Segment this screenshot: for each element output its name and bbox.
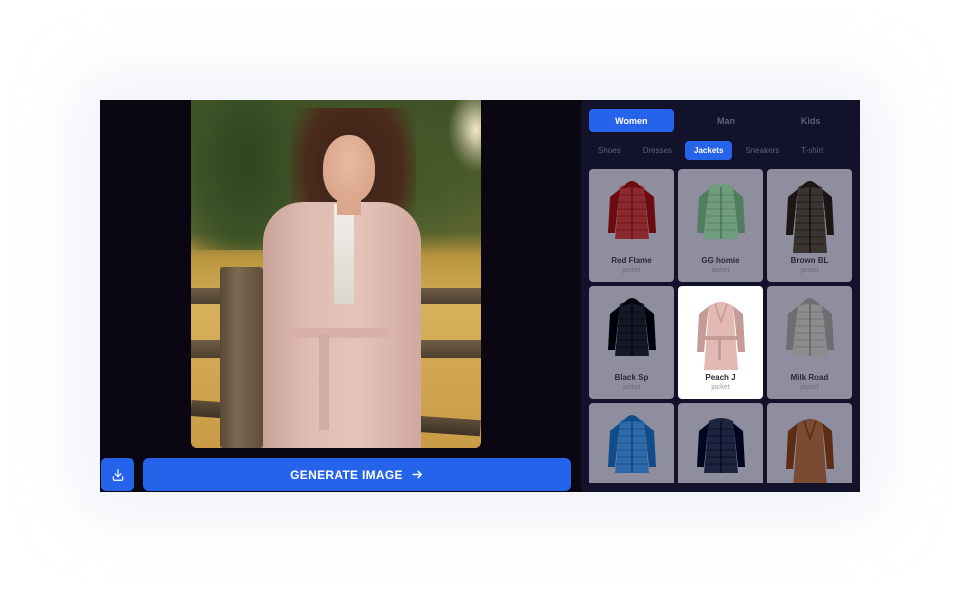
product-card[interactable]: GG homie jacket — [678, 169, 763, 282]
model-face — [323, 135, 375, 203]
coat-sash — [717, 338, 721, 360]
generate-image-label: GENERATE IMAGE — [290, 467, 403, 482]
jacket-image — [607, 415, 656, 473]
fence-post — [220, 267, 263, 448]
jacket-image — [607, 298, 656, 356]
product-name: Peach J — [705, 373, 736, 382]
gender-tabs: Women Man Kids — [589, 109, 853, 132]
product-card[interactable] — [767, 403, 852, 483]
download-button[interactable] — [101, 458, 134, 491]
category-tabs: Shoes Dresses Jackets Sneakers T-shirt — [589, 141, 832, 160]
jacket-image — [785, 298, 834, 356]
product-card[interactable]: Black Sp jacket — [589, 286, 674, 399]
product-type: jacket — [622, 267, 641, 274]
product-type: jacket — [711, 384, 730, 391]
product-name: Milk Road — [790, 373, 829, 382]
product-name: GG homie — [701, 256, 740, 265]
download-icon — [112, 468, 123, 481]
jacket-image — [696, 418, 745, 473]
tab-sneakers[interactable]: Sneakers — [736, 141, 788, 160]
try-on-app: GENERATE IMAGE Women Man Kids Shoes Dres… — [100, 100, 860, 492]
product-name: Brown BL — [790, 256, 829, 265]
tab-dresses[interactable]: Dresses — [634, 141, 681, 160]
product-name: Red Flame — [611, 256, 652, 265]
jacket-image — [696, 184, 745, 239]
generated-preview-image — [191, 100, 481, 448]
jacket-image — [785, 419, 834, 483]
tab-tshirt[interactable]: T-shirt — [792, 141, 832, 160]
product-type: jacket — [800, 267, 819, 274]
jacket-image — [785, 181, 834, 253]
tab-jackets[interactable]: Jackets — [685, 141, 733, 160]
product-card[interactable]: Peach J jacket — [678, 286, 763, 399]
coat-sash — [319, 334, 329, 430]
tab-kids[interactable]: Kids — [768, 109, 853, 132]
product-card[interactable]: Milk Road jacket — [767, 286, 852, 399]
jacket-image — [696, 302, 745, 370]
wardrobe-panel: Women Man Kids Shoes Dresses Jackets Sne… — [581, 100, 860, 492]
tab-shoes[interactable]: Shoes — [589, 141, 630, 160]
coat-belt — [289, 328, 389, 338]
garment-body — [792, 419, 827, 483]
model-shirt — [334, 204, 354, 304]
product-card[interactable]: Brown BL jacket — [767, 169, 852, 282]
product-card[interactable] — [589, 403, 674, 483]
product-type: jacket — [800, 384, 819, 391]
product-name: Black Sp — [614, 373, 649, 382]
product-type: jacket — [711, 267, 730, 274]
tab-women[interactable]: Women — [589, 109, 674, 132]
product-card[interactable]: Red Flame jacket — [589, 169, 674, 282]
generate-image-button[interactable]: GENERATE IMAGE — [143, 458, 571, 491]
arrow-right-icon — [412, 470, 422, 479]
jacket-image — [607, 181, 656, 239]
product-type: jacket — [622, 384, 641, 391]
product-card[interactable] — [678, 403, 763, 483]
product-grid: Red Flame jacket GG homie jacket Brown B… — [589, 169, 853, 483]
tab-man[interactable]: Man — [684, 109, 769, 132]
page: GENERATE IMAGE Women Man Kids Shoes Dres… — [0, 0, 960, 592]
